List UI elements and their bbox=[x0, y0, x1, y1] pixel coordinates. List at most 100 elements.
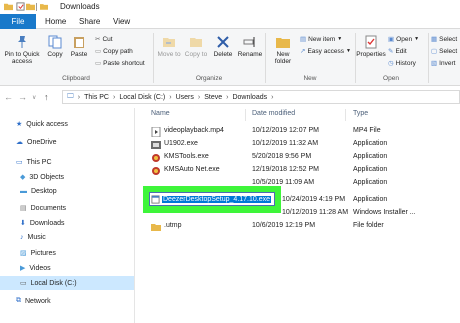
file-type: Application bbox=[353, 196, 388, 203]
up-arrow-icon[interactable]: ↑ bbox=[44, 92, 49, 102]
file-date: 10/12/2019 12:07 PM bbox=[252, 127, 319, 134]
nav-item-3d-objects[interactable]: ◆ 3D Objects bbox=[20, 173, 65, 182]
nav-item-documents[interactable]: ▤ Documents bbox=[20, 204, 66, 213]
file-name: KMSTools.exe bbox=[164, 153, 209, 160]
column-separator[interactable] bbox=[245, 109, 246, 121]
breadcrumb-separator-icon: › bbox=[271, 93, 274, 101]
file-name: KMSAuto Net.exe bbox=[164, 166, 220, 173]
tab-home[interactable]: Home bbox=[45, 14, 66, 29]
delete-label: Delete bbox=[213, 51, 233, 58]
nav-item-label: Pictures bbox=[30, 249, 56, 257]
rename-button[interactable]: Rename bbox=[237, 35, 263, 58]
column-header-date[interactable]: Date modified bbox=[252, 110, 295, 117]
forward-arrow-icon[interactable]: → bbox=[18, 92, 27, 102]
breadcrumb-steve[interactable]: Steve bbox=[204, 94, 222, 101]
folder-icon bbox=[4, 3, 13, 11]
file-row[interactable]: videoplayback.mp4 10/12/2019 12:07 PM MP… bbox=[135, 126, 460, 138]
copy-to-label: Copy to bbox=[184, 51, 208, 58]
nav-item-label: This PC bbox=[26, 158, 52, 166]
rename-input[interactable]: DeezerDesktopSetup_4.17.10.exe bbox=[149, 192, 275, 206]
file-row[interactable]: KMSAuto Net.exe 12/19/2018 12:52 PM Appl… bbox=[135, 165, 460, 177]
copy-to-button[interactable]: Copy to bbox=[183, 35, 209, 58]
file-type: File folder bbox=[353, 222, 384, 229]
move-to-button[interactable]: Move to bbox=[156, 35, 182, 58]
easy-access-button[interactable]: ↗ Easy access ▼ bbox=[300, 47, 351, 56]
new-item-button[interactable]: ▤ New item ▼ bbox=[300, 35, 343, 44]
chevron-down-icon: ▼ bbox=[337, 36, 343, 42]
file-date: 10/12/2019 11:28 AM bbox=[282, 209, 349, 216]
invert-selection-label: Invert bbox=[439, 59, 456, 67]
properties-button[interactable]: Properties bbox=[356, 35, 386, 58]
exe-file-icon bbox=[152, 154, 160, 162]
paste-shortcut-button[interactable]: ▭ Paste shortcut bbox=[95, 59, 145, 68]
file-type: Application bbox=[353, 179, 388, 186]
tab-file[interactable]: File bbox=[0, 14, 36, 29]
nav-item-this-pc[interactable]: ▭ This PC bbox=[16, 158, 52, 167]
breadcrumb-local-disk[interactable]: Local Disk (C:) bbox=[119, 94, 165, 101]
move-to-icon bbox=[163, 38, 175, 47]
file-date: 10/5/2019 11:09 AM bbox=[252, 179, 315, 186]
file-row[interactable]: .utmp 10/6/2019 12:19 PM File folder bbox=[135, 221, 460, 233]
file-row[interactable]: U1902.exe 10/12/2019 11:32 AM Applicatio… bbox=[135, 139, 460, 151]
chevron-down-icon: ▼ bbox=[345, 48, 351, 54]
tab-view[interactable]: View bbox=[113, 14, 130, 29]
edit-button[interactable]: ✎ Edit bbox=[388, 47, 407, 56]
file-type: Application bbox=[353, 166, 388, 173]
nav-item-downloads[interactable]: ⬇ Downloads bbox=[20, 219, 65, 228]
copy-to-icon bbox=[190, 38, 202, 47]
nav-item-label: OneDrive bbox=[27, 138, 57, 146]
nav-item-label: 3D Objects bbox=[29, 173, 65, 181]
download-icon: ⬇ bbox=[20, 220, 26, 227]
select-none-button[interactable]: ▢ Select bbox=[431, 47, 457, 56]
breadcrumb-separator-icon: › bbox=[169, 93, 172, 101]
recent-locations-chevron-icon[interactable]: ∨ bbox=[32, 94, 36, 101]
breadcrumb-downloads[interactable]: Downloads bbox=[232, 94, 267, 101]
history-icon: ◷ bbox=[388, 60, 394, 67]
new-item-label: New item bbox=[308, 35, 336, 43]
properties-icon[interactable] bbox=[16, 2, 25, 11]
file-name: U1902.exe bbox=[164, 140, 198, 147]
delete-button[interactable]: Delete bbox=[210, 35, 236, 58]
breadcrumb-separator-icon: › bbox=[197, 93, 201, 101]
file-type: Windows Installer ... bbox=[353, 209, 416, 216]
nav-item-quick-access[interactable]: ★ Quick access bbox=[16, 120, 68, 129]
select-all-button[interactable]: ▦ Select bbox=[431, 35, 457, 44]
copy-path-button[interactable]: ▭ Copy path bbox=[95, 47, 133, 56]
tab-share[interactable]: Share bbox=[79, 14, 100, 29]
new-folder-button[interactable]: New folder bbox=[268, 35, 298, 66]
pin-quick-access-button[interactable]: Pin to Quick access bbox=[3, 35, 41, 66]
cut-button[interactable]: ✂ Cut bbox=[95, 35, 113, 44]
computer-icon: 🖵 bbox=[67, 93, 74, 100]
select-none-icon: ▢ bbox=[431, 48, 438, 55]
copy-button[interactable]: Copy bbox=[44, 35, 66, 58]
address-input[interactable]: 🖵 › This PC › Local Disk (C:) › Users › … bbox=[62, 90, 460, 104]
ribbon-tabs: File Home Share View bbox=[0, 14, 460, 29]
properties-label: Properties bbox=[356, 51, 386, 58]
column-header-name[interactable]: Name bbox=[151, 110, 170, 117]
nav-item-local-disk[interactable]: ▭ Local Disk (C:) bbox=[0, 276, 134, 290]
nav-item-pictures[interactable]: ▨ Pictures bbox=[20, 249, 56, 258]
nav-item-network[interactable]: ⧉ Network bbox=[16, 297, 51, 305]
history-button[interactable]: ◷ History bbox=[388, 59, 416, 68]
paste-button[interactable]: Paste bbox=[68, 35, 90, 58]
exe-file-icon bbox=[151, 194, 160, 204]
breadcrumb-this-pc[interactable]: This PC bbox=[84, 94, 109, 101]
file-type: Application bbox=[353, 140, 388, 147]
breadcrumb-users[interactable]: Users bbox=[176, 94, 194, 101]
exe-file-icon bbox=[151, 141, 161, 149]
file-row[interactable]: KMSTools.exe 5/20/2018 9:56 PM Applicati… bbox=[135, 152, 460, 164]
nav-item-music[interactable]: ♪ Music bbox=[20, 234, 46, 241]
column-separator[interactable] bbox=[345, 109, 346, 121]
invert-selection-button[interactable]: ▧ Invert bbox=[431, 59, 456, 68]
nav-item-videos[interactable]: ▶ Videos bbox=[20, 264, 51, 273]
nav-item-onedrive[interactable]: ☁ OneDrive bbox=[16, 138, 57, 147]
back-arrow-icon[interactable]: ← bbox=[4, 92, 13, 102]
organize-group-label: Organize bbox=[195, 75, 223, 82]
new-folder-qa-icon[interactable] bbox=[26, 2, 35, 11]
delete-icon bbox=[217, 36, 229, 48]
open-button[interactable]: ▣ Open ▼ bbox=[388, 35, 419, 44]
nav-item-desktop[interactable]: ▬ Desktop bbox=[20, 188, 57, 195]
file-date: 12/19/2018 12:52 PM bbox=[252, 166, 319, 173]
column-header-type[interactable]: Type bbox=[353, 110, 368, 117]
invert-selection-icon: ▧ bbox=[431, 60, 438, 67]
